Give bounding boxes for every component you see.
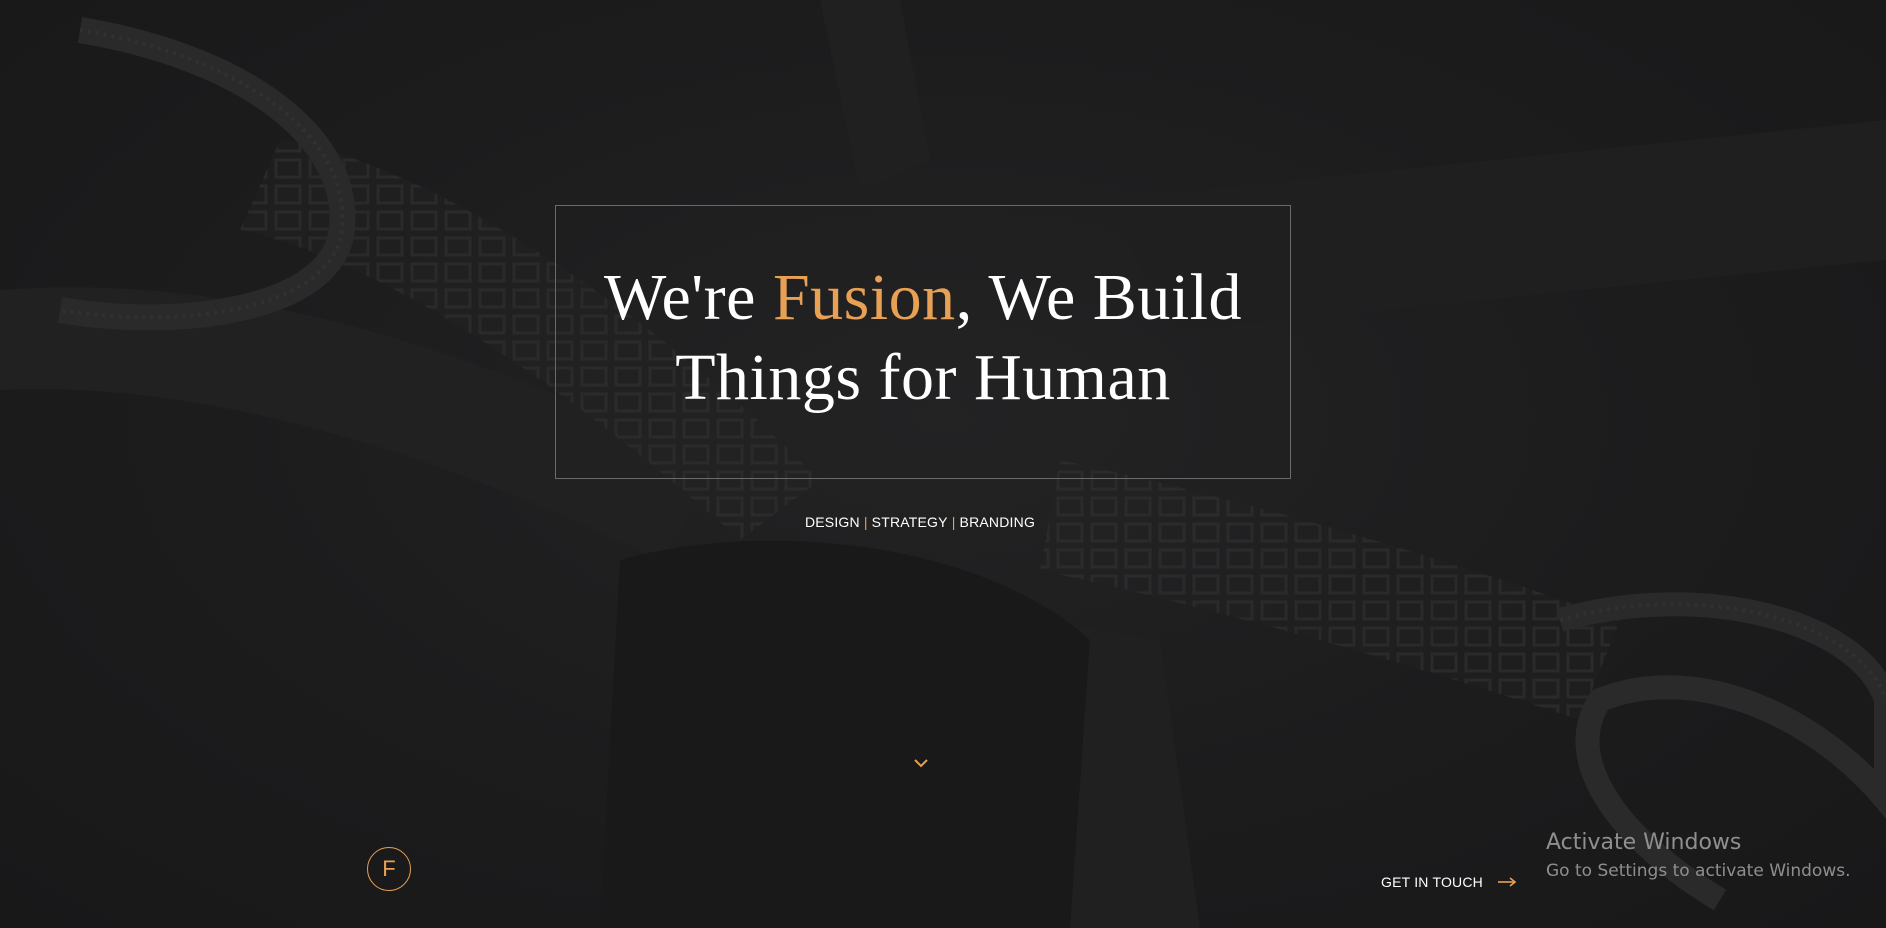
logo[interactable]: F — [367, 847, 411, 891]
windows-activation-watermark: Activate Windows Go to Settings to activ… — [1546, 828, 1851, 884]
watermark-subtitle: Go to Settings to activate Windows. — [1546, 861, 1851, 881]
watermark-title: Activate Windows — [1546, 830, 1742, 855]
hero-headline: We're Fusion, We Build Things for Human — [556, 258, 1290, 418]
headline-text: We're — [603, 261, 773, 334]
headline-accent: Fusion — [772, 261, 956, 334]
get-in-touch-link[interactable]: GET IN TOUCH — [1381, 874, 1517, 890]
hero-section: We're Fusion, We Build Things for Human … — [0, 0, 1886, 928]
cta-label: GET IN TOUCH — [1381, 874, 1483, 890]
logo-letter: F — [382, 856, 396, 881]
service-design: DESIGN — [804, 514, 860, 530]
headline-line-2: Things for Human — [675, 341, 1171, 414]
chevron-down-icon[interactable] — [912, 756, 930, 770]
separator: | — [863, 514, 868, 530]
separator: | — [951, 514, 956, 530]
arrow-right-icon — [1497, 877, 1517, 887]
service-strategy: STRATEGY — [871, 514, 948, 530]
headline-frame: We're Fusion, We Build Things for Human — [555, 205, 1291, 479]
services-tagline: DESIGN | STRATEGY | BRANDING — [0, 514, 1840, 530]
headline-text: , We Build — [955, 261, 1242, 334]
service-branding: BRANDING — [959, 514, 1036, 530]
